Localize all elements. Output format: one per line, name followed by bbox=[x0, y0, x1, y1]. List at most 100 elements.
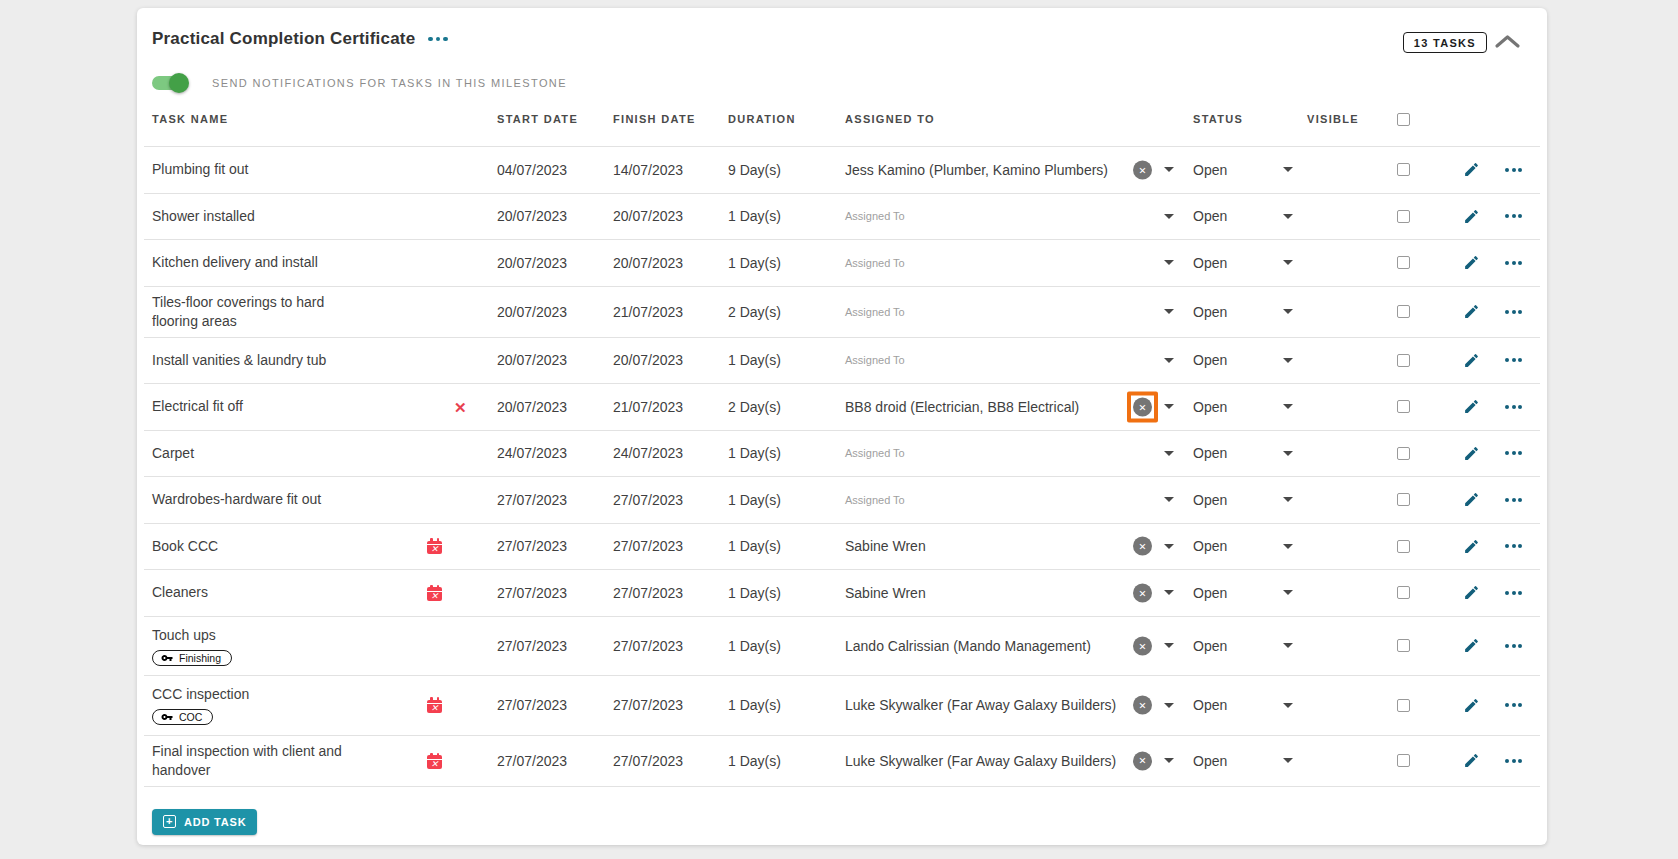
clear-assignee-icon[interactable]: ✕ bbox=[1133, 696, 1152, 715]
status-value[interactable]: Open bbox=[1193, 492, 1227, 508]
assignee-name[interactable]: Sabine Wren bbox=[845, 538, 926, 554]
edit-pencil-icon[interactable] bbox=[1463, 208, 1480, 225]
assignee-dropdown-caret[interactable] bbox=[1164, 590, 1174, 595]
status-dropdown-caret[interactable] bbox=[1283, 451, 1293, 456]
assignee-dropdown-caret[interactable] bbox=[1164, 703, 1174, 708]
clear-assignee-icon[interactable]: ✕ bbox=[1133, 583, 1152, 602]
collapse-chevron-icon[interactable] bbox=[1494, 34, 1521, 49]
status-value[interactable]: Open bbox=[1193, 445, 1227, 461]
notifications-toggle[interactable] bbox=[152, 73, 189, 93]
assignee-dropdown-caret[interactable] bbox=[1164, 260, 1174, 265]
assignee-name[interactable]: Luke Skywalker (Far Away Galaxy Builders… bbox=[845, 697, 1116, 713]
edit-pencil-icon[interactable] bbox=[1463, 398, 1480, 415]
assignee-name[interactable]: Jess Kamino (Plumber, Kamino Plumbers) bbox=[845, 162, 1108, 178]
assignee-placeholder[interactable]: Assigned To bbox=[845, 354, 905, 366]
visible-checkbox[interactable] bbox=[1397, 354, 1410, 367]
status-value[interactable]: Open bbox=[1193, 399, 1227, 415]
assignee-dropdown-caret[interactable] bbox=[1164, 544, 1174, 549]
status-dropdown-caret[interactable] bbox=[1283, 167, 1293, 172]
edit-pencil-icon[interactable] bbox=[1463, 445, 1480, 462]
status-dropdown-caret[interactable] bbox=[1283, 309, 1293, 314]
row-menu-icon[interactable] bbox=[1505, 498, 1522, 502]
status-dropdown-caret[interactable] bbox=[1283, 497, 1293, 502]
assignee-dropdown-caret[interactable] bbox=[1164, 758, 1174, 763]
row-menu-icon[interactable] bbox=[1505, 544, 1522, 548]
edit-pencil-icon[interactable] bbox=[1463, 584, 1480, 601]
status-dropdown-caret[interactable] bbox=[1283, 703, 1293, 708]
status-value[interactable]: Open bbox=[1193, 304, 1227, 320]
edit-pencil-icon[interactable] bbox=[1463, 254, 1480, 271]
status-dropdown-caret[interactable] bbox=[1283, 214, 1293, 219]
visible-checkbox[interactable] bbox=[1397, 305, 1410, 318]
assignee-placeholder[interactable]: Assigned To bbox=[845, 257, 905, 269]
status-dropdown-caret[interactable] bbox=[1283, 544, 1293, 549]
status-dropdown-caret[interactable] bbox=[1283, 358, 1293, 363]
row-menu-icon[interactable] bbox=[1505, 358, 1522, 362]
visible-checkbox[interactable] bbox=[1397, 639, 1410, 652]
assignee-dropdown-caret[interactable] bbox=[1164, 167, 1174, 172]
clear-assignee-icon[interactable]: ✕ bbox=[1133, 160, 1152, 179]
assignee-placeholder[interactable]: Assigned To bbox=[845, 494, 905, 506]
edit-pencil-icon[interactable] bbox=[1463, 752, 1480, 769]
assignee-dropdown-caret[interactable] bbox=[1164, 214, 1174, 219]
assignee-placeholder[interactable]: Assigned To bbox=[845, 447, 905, 459]
edit-pencil-icon[interactable] bbox=[1463, 697, 1480, 714]
assignee-name[interactable]: Sabine Wren bbox=[845, 585, 926, 601]
status-value[interactable]: Open bbox=[1193, 162, 1227, 178]
status-value[interactable]: Open bbox=[1193, 753, 1227, 769]
row-menu-icon[interactable] bbox=[1505, 591, 1522, 595]
assignee-name[interactable]: BB8 droid (Electrician, BB8 Electrical) bbox=[845, 399, 1079, 415]
visible-checkbox[interactable] bbox=[1397, 447, 1410, 460]
assignee-dropdown-caret[interactable] bbox=[1164, 497, 1174, 502]
assignee-name[interactable]: Luke Skywalker (Far Away Galaxy Builders… bbox=[845, 753, 1116, 769]
visible-checkbox[interactable] bbox=[1397, 699, 1410, 712]
row-menu-icon[interactable] bbox=[1505, 451, 1522, 455]
edit-pencil-icon[interactable] bbox=[1463, 161, 1480, 178]
add-task-button[interactable]: + ADD TASK bbox=[152, 809, 257, 835]
assignee-placeholder[interactable]: Assigned To bbox=[845, 210, 905, 222]
header-select-all-checkbox[interactable] bbox=[1397, 113, 1410, 126]
visible-checkbox[interactable] bbox=[1397, 210, 1410, 223]
status-value[interactable]: Open bbox=[1193, 255, 1227, 271]
assignee-placeholder[interactable]: Assigned To bbox=[845, 306, 905, 318]
row-menu-icon[interactable] bbox=[1505, 168, 1522, 172]
status-value[interactable]: Open bbox=[1193, 585, 1227, 601]
assignee-name[interactable]: Lando Calrissian (Mando Management) bbox=[845, 638, 1091, 654]
edit-pencil-icon[interactable] bbox=[1463, 303, 1480, 320]
milestone-menu-icon[interactable] bbox=[428, 37, 448, 42]
status-dropdown-caret[interactable] bbox=[1283, 404, 1293, 409]
visible-checkbox[interactable] bbox=[1397, 163, 1410, 176]
visible-checkbox[interactable] bbox=[1397, 754, 1410, 767]
clear-assignee-icon[interactable]: ✕ bbox=[1133, 636, 1152, 655]
row-menu-icon[interactable] bbox=[1505, 214, 1522, 218]
clear-assignee-icon[interactable]: ✕ bbox=[1133, 537, 1152, 556]
assignee-dropdown-caret[interactable] bbox=[1164, 404, 1174, 409]
status-dropdown-caret[interactable] bbox=[1283, 758, 1293, 763]
assignee-dropdown-caret[interactable] bbox=[1164, 358, 1174, 363]
status-dropdown-caret[interactable] bbox=[1283, 260, 1293, 265]
status-value[interactable]: Open bbox=[1193, 697, 1227, 713]
visible-checkbox[interactable] bbox=[1397, 540, 1410, 553]
edit-pencil-icon[interactable] bbox=[1463, 637, 1480, 654]
status-dropdown-caret[interactable] bbox=[1283, 643, 1293, 648]
status-value[interactable]: Open bbox=[1193, 352, 1227, 368]
status-dropdown-caret[interactable] bbox=[1283, 590, 1293, 595]
assignee-dropdown-caret[interactable] bbox=[1164, 309, 1174, 314]
row-menu-icon[interactable] bbox=[1505, 644, 1522, 648]
visible-checkbox[interactable] bbox=[1397, 493, 1410, 506]
row-menu-icon[interactable] bbox=[1505, 310, 1522, 314]
visible-checkbox[interactable] bbox=[1397, 586, 1410, 599]
assignee-dropdown-caret[interactable] bbox=[1164, 451, 1174, 456]
edit-pencil-icon[interactable] bbox=[1463, 538, 1480, 555]
edit-pencil-icon[interactable] bbox=[1463, 491, 1480, 508]
clear-assignee-icon[interactable]: ✕ bbox=[1133, 397, 1152, 416]
row-menu-icon[interactable] bbox=[1505, 405, 1522, 409]
assignee-dropdown-caret[interactable] bbox=[1164, 643, 1174, 648]
status-value[interactable]: Open bbox=[1193, 638, 1227, 654]
row-menu-icon[interactable] bbox=[1505, 703, 1522, 707]
row-menu-icon[interactable] bbox=[1505, 759, 1522, 763]
visible-checkbox[interactable] bbox=[1397, 400, 1410, 413]
status-value[interactable]: Open bbox=[1193, 208, 1227, 224]
visible-checkbox[interactable] bbox=[1397, 256, 1410, 269]
status-value[interactable]: Open bbox=[1193, 538, 1227, 554]
